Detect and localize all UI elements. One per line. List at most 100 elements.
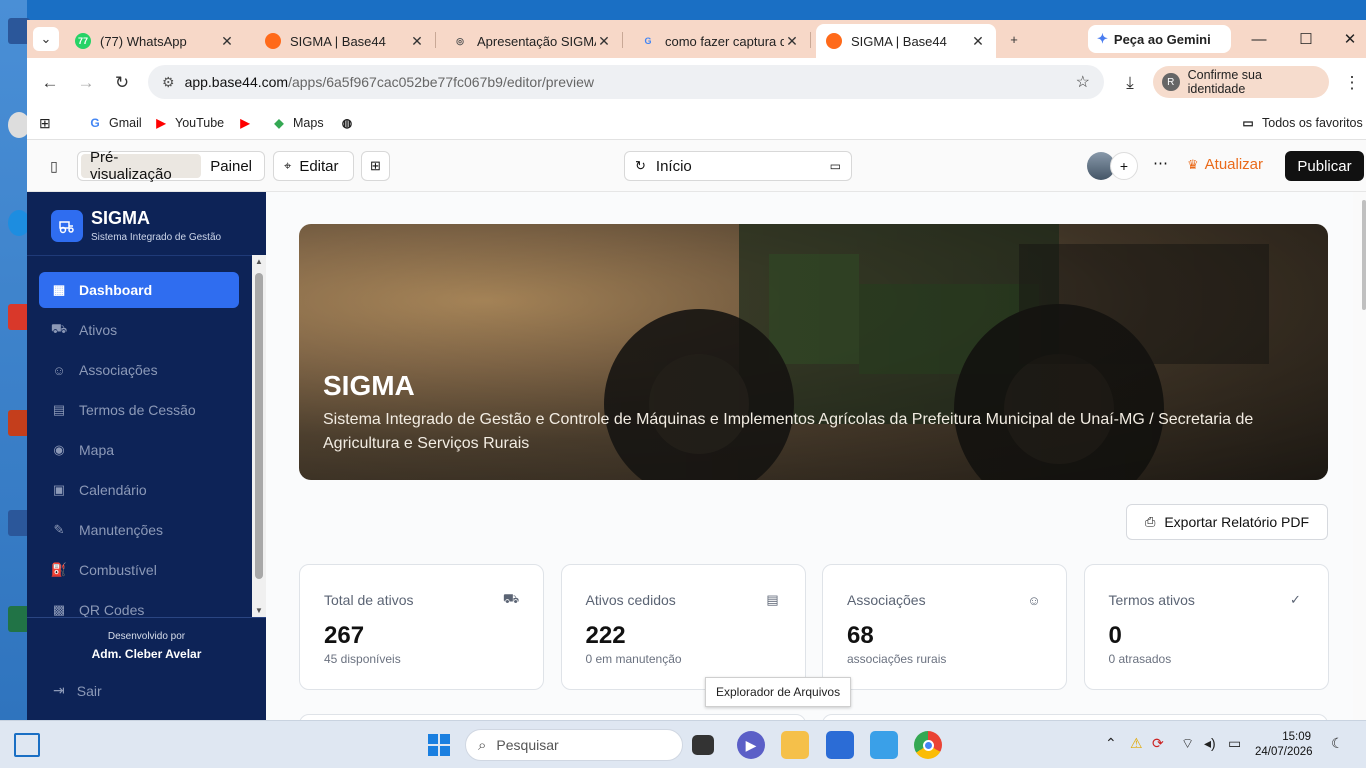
close-tab-icon[interactable]: ✕ <box>784 33 800 50</box>
close-tab-icon[interactable]: ✕ <box>596 33 612 50</box>
wifi-icon[interactable]: ⌔ <box>1181 735 1194 753</box>
sidebar-item-combust-vel[interactable]: ⛽ Combustível <box>39 552 239 588</box>
brand-subtitle: Sistema Integrado de Gestão <box>91 232 222 243</box>
sidebar-item-dashboard[interactable]: ▦ Dashboard <box>39 272 239 308</box>
start-button[interactable] <box>425 731 453 759</box>
publish-label: Publicar <box>1297 157 1352 175</box>
bookmark-item[interactable]: ▶ YouTube <box>153 115 224 131</box>
main-scrollbar[interactable] <box>1353 192 1366 720</box>
youtube-icon: ▶ <box>156 116 166 130</box>
file-explorer-icon[interactable] <box>781 731 809 759</box>
bookmark-label: YouTube <box>175 116 225 130</box>
browser-tab[interactable]: Gcomo fazer captura de ✕ <box>630 24 810 58</box>
browser-tab[interactable]: SIGMA | Base44 ✕ <box>816 24 996 58</box>
tab-title: Apresentação SIGMA <box>477 33 596 49</box>
widgets-icon[interactable] <box>14 733 40 757</box>
globe-bookmark[interactable]: ◍ <box>339 115 361 131</box>
desktop-strip <box>0 0 30 720</box>
scroll-down-arrow[interactable]: ▼ <box>255 606 263 615</box>
base44-icon <box>265 33 281 49</box>
sidebar-item-associa-es[interactable]: ☺ Associações <box>39 352 239 388</box>
bookmarks-bar: ⊞ G Gmail ▶ YouTube ▶ ◆ Maps ◍ ▭ Todos os favo… <box>27 108 1366 140</box>
logout-button[interactable]: ⇥ Sair <box>53 682 102 699</box>
bookmark-item[interactable]: ▶ <box>237 115 259 131</box>
sidebar-scrollbar[interactable]: ▲ ▼ <box>252 255 266 617</box>
gemini-button[interactable]: ✦ Peça ao Gemini <box>1088 25 1231 53</box>
map-pin-icon: ◉ <box>53 442 65 457</box>
youtube-icon: ▶ <box>240 116 250 130</box>
sync-icon[interactable]: ⟳ <box>1152 735 1164 752</box>
meet-icon[interactable]: ▶ <box>737 731 765 759</box>
sidebar-scroll-thumb[interactable] <box>255 273 263 579</box>
sidebar-item-qr-codes[interactable]: ▩ QR Codes <box>39 592 239 617</box>
notification-icon[interactable]: ☾ <box>1331 735 1344 752</box>
panel-toggle[interactable]: Painel <box>201 154 261 178</box>
sidebar-item-ativos[interactable]: ⛟ Ativos <box>39 312 239 348</box>
close-tab-icon[interactable]: ✕ <box>219 33 235 50</box>
bookmark-star-icon[interactable]: ☆ <box>1076 72 1090 92</box>
new-tab-button[interactable]: + <box>1001 27 1027 51</box>
stat-card-subtext: associações rurais <box>847 652 947 666</box>
system-clock[interactable]: 15:09 24/07/2026 <box>1255 730 1313 760</box>
browser-menu-icon[interactable]: ⋮ <box>1339 70 1365 96</box>
sidebar-item-manuten-es[interactable]: ✎ Manutenções <box>39 512 239 548</box>
document-icon: ▤ <box>766 592 779 607</box>
address-bar[interactable]: ⚙ app.base44.com/apps/6a5f967cac052be77f… <box>148 65 1104 99</box>
export-pdf-button[interactable]: ⎙ Exportar Relatório PDF <box>1126 504 1328 540</box>
browser-tab[interactable]: ◎ Apresentação SIGMA ✕ <box>442 24 622 58</box>
browser-tab[interactable]: SIGMA | Base44 ✕ <box>255 24 435 58</box>
crown-icon: ♛ <box>1187 156 1199 172</box>
check-circle-icon: ✓ <box>1290 592 1301 607</box>
view-toggle: Pré-visualização Painel <box>77 149 265 183</box>
close-tab-icon[interactable]: ✕ <box>970 33 986 50</box>
sidebar-item-label: Combustível <box>79 562 157 578</box>
publish-button[interactable]: Publicar <box>1285 151 1364 181</box>
page-selector[interactable]: ↻ Início ▭ <box>624 151 852 181</box>
tab-strip: ⌄ 77 (77) WhatsApp ✕ SIGMA | Base44 ✕ ◎ Aprese… <box>27 20 1366 58</box>
task-view-icon[interactable] <box>692 735 714 755</box>
close-tab-icon[interactable]: ✕ <box>409 33 425 50</box>
scroll-up-arrow[interactable]: ▲ <box>255 257 263 266</box>
stat-card-subtext: 0 em manutenção <box>585 652 682 666</box>
gemini-icon: ✦ <box>1097 31 1108 46</box>
tab-search-button[interactable]: ⌄ <box>33 27 59 51</box>
sidebar-item-mapa[interactable]: ◉ Mapa <box>39 432 239 468</box>
apps-grid-icon[interactable]: ⊞ <box>39 115 51 132</box>
main-scroll-thumb[interactable] <box>1362 200 1366 310</box>
invite-button[interactable]: + <box>1110 152 1138 180</box>
chrome-icon[interactable] <box>914 731 942 759</box>
download-icon[interactable]: ⤓ <box>1117 70 1143 96</box>
browser-tab[interactable]: 77 (77) WhatsApp ✕ <box>65 24 245 58</box>
back-button[interactable]: ← <box>37 70 63 96</box>
bookmark-item[interactable]: ◆ Maps <box>271 115 323 131</box>
sidebar-item-termos-de-cess-o[interactable]: ▤ Termos de Cessão <box>39 392 239 428</box>
preview-toggle[interactable]: Pré-visualização <box>81 149 202 183</box>
tractor-icon: ⛟ <box>502 591 520 606</box>
layout-icon: ⊞ <box>370 158 381 173</box>
maximize-button[interactable]: ☐ <box>1286 28 1326 50</box>
minimize-button[interactable]: — <box>1239 28 1279 50</box>
sidebar: SIGMA Sistema Integrado de Gestão ▦ Dashb… <box>27 192 266 720</box>
update-button[interactable]: ♛ Atualizar <box>1187 156 1263 173</box>
close-window-button[interactable]: ✕ <box>1330 28 1366 50</box>
bookmark-item[interactable]: G Gmail <box>87 115 141 131</box>
more-options-icon[interactable]: ⋯ <box>1153 154 1168 172</box>
forward-button[interactable]: → <box>73 70 99 96</box>
stat-card: Total de ativos ⛟ 267 45 disponíveis <box>299 564 544 690</box>
calendar-icon: ▣ <box>52 482 66 497</box>
battery-icon[interactable]: ▭ <box>1228 735 1241 752</box>
sidebar-toggle-icon[interactable]: ▯ <box>41 153 67 179</box>
site-info-icon[interactable]: ⚙ <box>162 74 175 91</box>
security-icon[interactable]: ⚠ <box>1130 735 1143 752</box>
photos-icon[interactable] <box>870 731 898 759</box>
sidebar-item-calend-rio[interactable]: ▣ Calendário <box>39 472 239 508</box>
store-icon[interactable] <box>826 731 854 759</box>
reload-button[interactable]: ↻ <box>109 70 135 96</box>
layout-button[interactable]: ⊞ <box>361 151 390 181</box>
edit-button[interactable]: ⌖ Editar <box>273 151 354 181</box>
volume-icon[interactable]: ◂) <box>1204 735 1216 752</box>
taskbar-search[interactable]: ⌕ Pesquisar <box>465 729 683 761</box>
identity-button[interactable]: R Confirme sua identidade <box>1153 66 1329 98</box>
chevron-up-icon[interactable]: ⌃ <box>1105 735 1117 752</box>
all-bookmarks[interactable]: ▭ Todos os favoritos <box>1240 115 1362 131</box>
